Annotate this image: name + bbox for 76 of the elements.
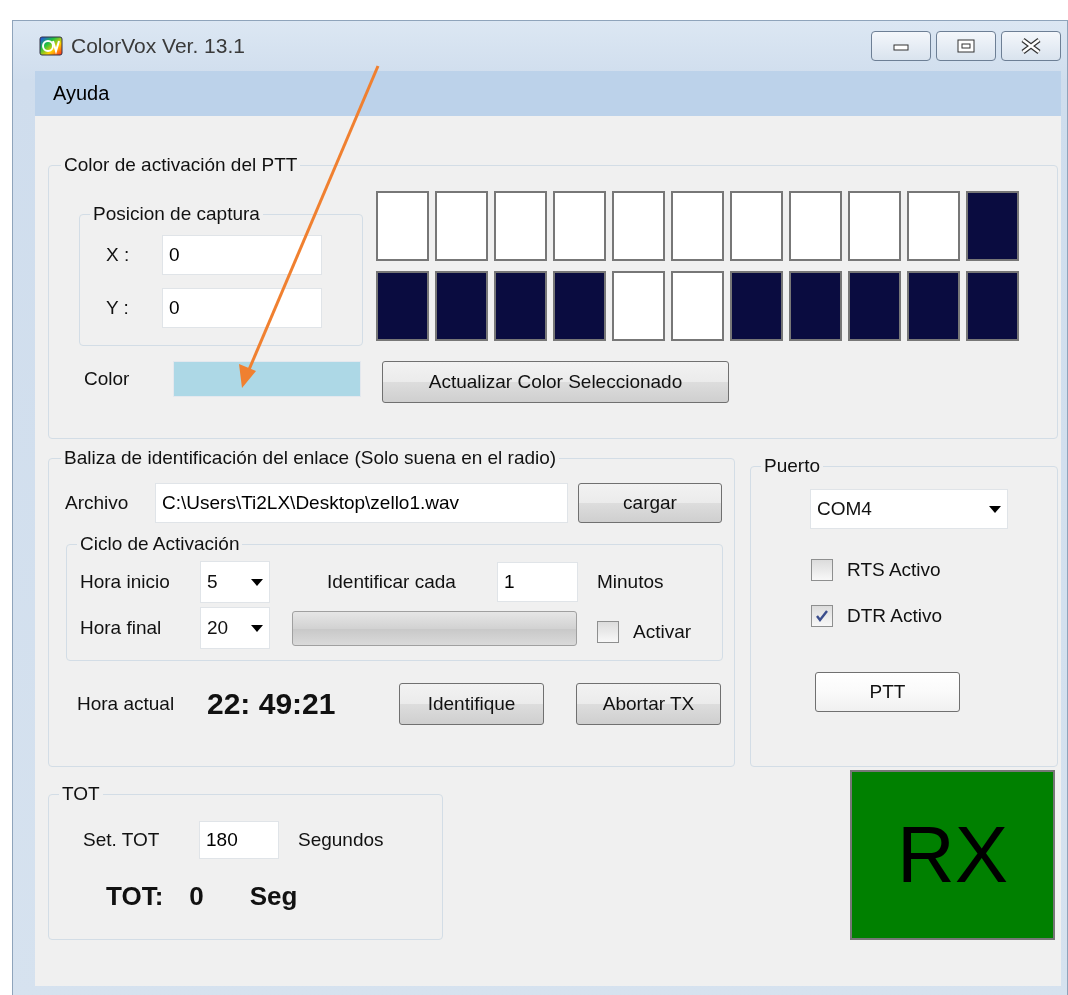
maximize-button[interactable]: [936, 31, 996, 61]
group-title: Puerto: [763, 455, 821, 477]
app-icon: [39, 36, 63, 56]
input-field[interactable]: 1: [497, 562, 578, 602]
checkbox[interactable]: [811, 605, 833, 627]
hour-dropdown[interactable]: 5: [200, 561, 270, 603]
caret-icon: [251, 578, 263, 586]
color-cell[interactable]: [494, 271, 547, 341]
check-icon: [815, 609, 829, 623]
color-cell[interactable]: [612, 271, 665, 341]
color-cell[interactable]: [730, 271, 783, 341]
group-title: TOT: [61, 783, 101, 805]
input-field[interactable]: 0: [162, 288, 322, 328]
color-cell[interactable]: [966, 271, 1019, 341]
color-cell[interactable]: [789, 271, 842, 341]
checkbox[interactable]: [597, 621, 619, 643]
minimize-icon: [893, 41, 909, 51]
group-title: Color de activación del PTT: [63, 154, 299, 176]
maximize-icon: [957, 39, 975, 53]
status-indicator: RX: [850, 770, 1055, 940]
color-cell[interactable]: [553, 271, 606, 341]
group-title: Posicion de captura: [92, 203, 261, 225]
field-label: Hora final: [80, 617, 163, 639]
unit-label: Segundos: [298, 829, 384, 851]
color-cell[interactable]: [848, 271, 901, 341]
field-label: Identificar cada: [327, 571, 457, 593]
close-button[interactable]: [1001, 31, 1061, 61]
field-label: Set. TOT: [83, 829, 161, 851]
caret-icon: [989, 505, 1001, 513]
input-field[interactable]: 180: [199, 821, 279, 859]
tot-label: TOT:: [106, 881, 164, 912]
group-title: Ciclo de Activación: [79, 533, 241, 555]
caret-icon: [251, 624, 263, 632]
color-cell[interactable]: [376, 191, 429, 261]
field-label: X :: [105, 244, 131, 266]
color-cell[interactable]: [907, 271, 960, 341]
port-dropdown[interactable]: COM4: [810, 489, 1008, 529]
tot-unit: Seg: [249, 881, 298, 912]
color-cell[interactable]: [789, 191, 842, 261]
minimize-button[interactable]: [871, 31, 931, 61]
update-color-button[interactable]: Actualizar Color Seleccionado: [382, 361, 729, 403]
field-label: Hora inicio: [80, 571, 171, 593]
tot-value: 0: [189, 881, 204, 912]
file-path-field[interactable]: C:\Users\Ti2LX\Desktop\zello1.wav: [155, 483, 568, 523]
color-cell[interactable]: [966, 191, 1019, 261]
color-cell[interactable]: [671, 271, 724, 341]
checkbox[interactable]: [811, 559, 833, 581]
field-label: Archivo: [65, 492, 130, 514]
color-cell[interactable]: [435, 191, 488, 261]
ptt-button[interactable]: PTT: [815, 672, 960, 712]
color-cell[interactable]: [671, 191, 724, 261]
close-icon: [1020, 38, 1042, 54]
menu-item[interactable]: Ayuda: [53, 82, 110, 105]
input-field[interactable]: 0: [162, 235, 322, 275]
window-title: ColorVox Ver. 13.1: [71, 34, 245, 58]
checkbox-label: DTR Activo: [847, 605, 943, 627]
color-cell[interactable]: [848, 191, 901, 261]
color-cell[interactable]: [553, 191, 606, 261]
field-label: Y :: [105, 297, 130, 319]
action-button[interactable]: Identifique: [399, 683, 544, 725]
clock-text: 22: 49:21: [207, 687, 337, 721]
action-button[interactable]: Abortar TX: [576, 683, 721, 725]
unit-label: Minutos: [597, 571, 664, 593]
group-title: Baliza de identificación del enlace (Solo suena en el radio): [63, 447, 558, 469]
checkbox-label: RTS Activo: [847, 559, 941, 581]
color-cell[interactable]: [907, 191, 960, 261]
color-cell[interactable]: [730, 191, 783, 261]
field-label: Color: [83, 368, 131, 390]
color-cell[interactable]: [376, 271, 429, 341]
checkbox-label: Activar: [633, 621, 692, 643]
color-cell[interactable]: [494, 191, 547, 261]
hour-dropdown[interactable]: 20: [200, 607, 270, 649]
color-cell[interactable]: [435, 271, 488, 341]
color-cell[interactable]: [612, 191, 665, 261]
field-label: Hora actual: [77, 693, 176, 715]
load-button[interactable]: cargar: [578, 483, 722, 523]
